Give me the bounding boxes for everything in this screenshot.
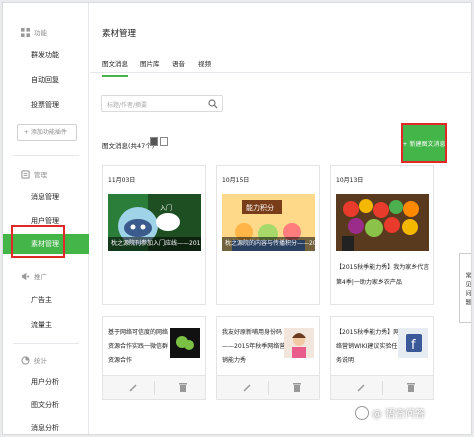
sidebar-item-traffic[interactable]: 流量主 (31, 320, 52, 330)
edit-icon[interactable] (242, 383, 252, 393)
tab-bar: 图文消息 图片库 语音 视频 (90, 51, 471, 77)
sidebar-item-mass-send[interactable]: 群发功能 (31, 50, 59, 60)
card-footer (103, 375, 205, 399)
divider (268, 381, 269, 395)
watermark-text: @ 悟空问答 (372, 409, 426, 420)
delete-icon[interactable] (406, 382, 416, 393)
highlight-box (11, 225, 65, 258)
delete-icon[interactable] (178, 382, 188, 393)
card-caption: 我友好原新哺用身份码——2015年秋季网络营销能力秀 (222, 329, 286, 364)
article-card[interactable]: 我友好原新哺用身份码——2015年秋季网络营销能力秀 (216, 316, 320, 400)
manage-icon (21, 169, 30, 179)
sidebar-section-stats: 统计 (21, 355, 47, 365)
delete-icon[interactable] (292, 382, 302, 393)
search-placeholder: 标题/作者/摘要 (107, 102, 148, 109)
edit-icon[interactable] (128, 383, 138, 393)
card-caption: 枕之源院的内容与传播积分——2015年秋季网络营销能力秀 (222, 237, 315, 251)
card-thumbnail: f (398, 328, 428, 358)
card-caption: 基于网络可信度的网络资源合作实践一微信群资源合作 (108, 329, 169, 364)
tab-images[interactable]: 图片库 (140, 58, 160, 68)
divider (13, 343, 79, 344)
search-icon[interactable] (208, 99, 218, 109)
article-card[interactable]: 基于网络可信度的网络资源合作实践一微信群资源合作 (102, 316, 206, 400)
card-date: 10月13日 (336, 177, 364, 184)
sidebar-item-message-analysis[interactable]: 消息分析 (31, 423, 59, 433)
sidebar-section-title: 统计 (34, 357, 47, 365)
help-float-button[interactable]: 常见问题 (459, 253, 471, 323)
edit-icon[interactable] (356, 383, 366, 393)
sidebar-section-promo: 推广 (21, 271, 47, 281)
article-count: 图文消息(共47个) (102, 142, 155, 150)
card-caption: 【2015秋季能力秀】网络营销WIKI建议实验任务说明 (336, 329, 400, 364)
tab-voice[interactable]: 语音 (172, 58, 185, 68)
article-card[interactable]: 11月03日 入门 枕之源院刊参加入门应线——2015年秋季网络营销能力秀 (102, 165, 206, 305)
sidebar-item-article-analysis[interactable]: 图文分析 (31, 400, 59, 410)
grid-icon (21, 27, 30, 37)
sidebar-item-advertiser[interactable]: 广告主 (31, 295, 52, 305)
card-footer (217, 375, 319, 399)
tab-video[interactable]: 视频 (198, 58, 211, 68)
list-view-icon[interactable] (160, 137, 168, 146)
sidebar-item-auto-reply[interactable]: 自动回复 (31, 75, 59, 85)
stats-icon (21, 355, 30, 365)
sidebar-section-title: 功能 (34, 29, 47, 37)
search-input[interactable]: 标题/作者/摘要 (101, 95, 223, 112)
page-title: 素材管理 (102, 29, 137, 39)
sidebar: 功能 群发功能 自动回复 投票管理 + 添加功能插件 管理 消息管理 用户管理 … (3, 3, 89, 434)
divider (13, 155, 79, 156)
main-content: 素材管理 图文消息 图片库 语音 视频 标题/作者/摘要 图文消息(共47个) … (90, 3, 471, 434)
card-date: 11月03日 (108, 177, 136, 184)
watermark: @ 悟空问答 (355, 405, 425, 420)
watermark-logo-icon (355, 405, 369, 420)
card-caption: 枕之源院刊参加入门应线——2015年秋季网络营销能力秀 (108, 237, 201, 251)
svg-text:f: f (411, 338, 416, 353)
card-thumbnail (170, 328, 200, 358)
card-image (336, 194, 429, 251)
card-footer (331, 375, 433, 399)
tab-articles[interactable]: 图文消息 (102, 58, 128, 77)
svg-text:入门: 入门 (160, 204, 172, 212)
divider (382, 381, 383, 395)
new-article-button[interactable]: + 新建图文消息 (401, 123, 447, 163)
article-card[interactable]: 10月13日 【2015秋季能力秀】我为家乡代言第4季|一助力家乡农产品 (330, 165, 434, 305)
card-thumbnail (284, 328, 314, 358)
card-date: 10月15日 (222, 177, 250, 184)
article-card[interactable]: 【2015秋季能力秀】网络营销WIKI建议实验任务说明 f (330, 316, 434, 400)
sidebar-section-title: 推广 (34, 273, 47, 281)
app-window: 功能 群发功能 自动回复 投票管理 + 添加功能插件 管理 消息管理 用户管理 … (2, 2, 472, 435)
grid-view-icon[interactable] (150, 137, 158, 146)
svg-text:能力积分: 能力积分 (246, 203, 274, 212)
promo-icon (21, 272, 30, 280)
sidebar-item-vote[interactable]: 投票管理 (31, 100, 59, 110)
divider (154, 381, 155, 395)
sidebar-section-title: 管理 (34, 171, 47, 179)
add-plugin-button[interactable]: + 添加功能插件 (17, 124, 77, 141)
sidebar-item-user-analysis[interactable]: 用户分析 (31, 377, 59, 387)
card-caption: 【2015秋季能力秀】我为家乡代言第4季|一助力家乡农产品 (336, 264, 430, 286)
article-card[interactable]: 10月15日 能力积分 枕之源院的内容与传播积分——2015年秋季网络营销能力秀 (216, 165, 320, 305)
sidebar-section-manage: 管理 (21, 169, 47, 179)
sidebar-item-messages[interactable]: 消息管理 (31, 192, 59, 202)
sidebar-section-features: 功能 (21, 27, 47, 37)
